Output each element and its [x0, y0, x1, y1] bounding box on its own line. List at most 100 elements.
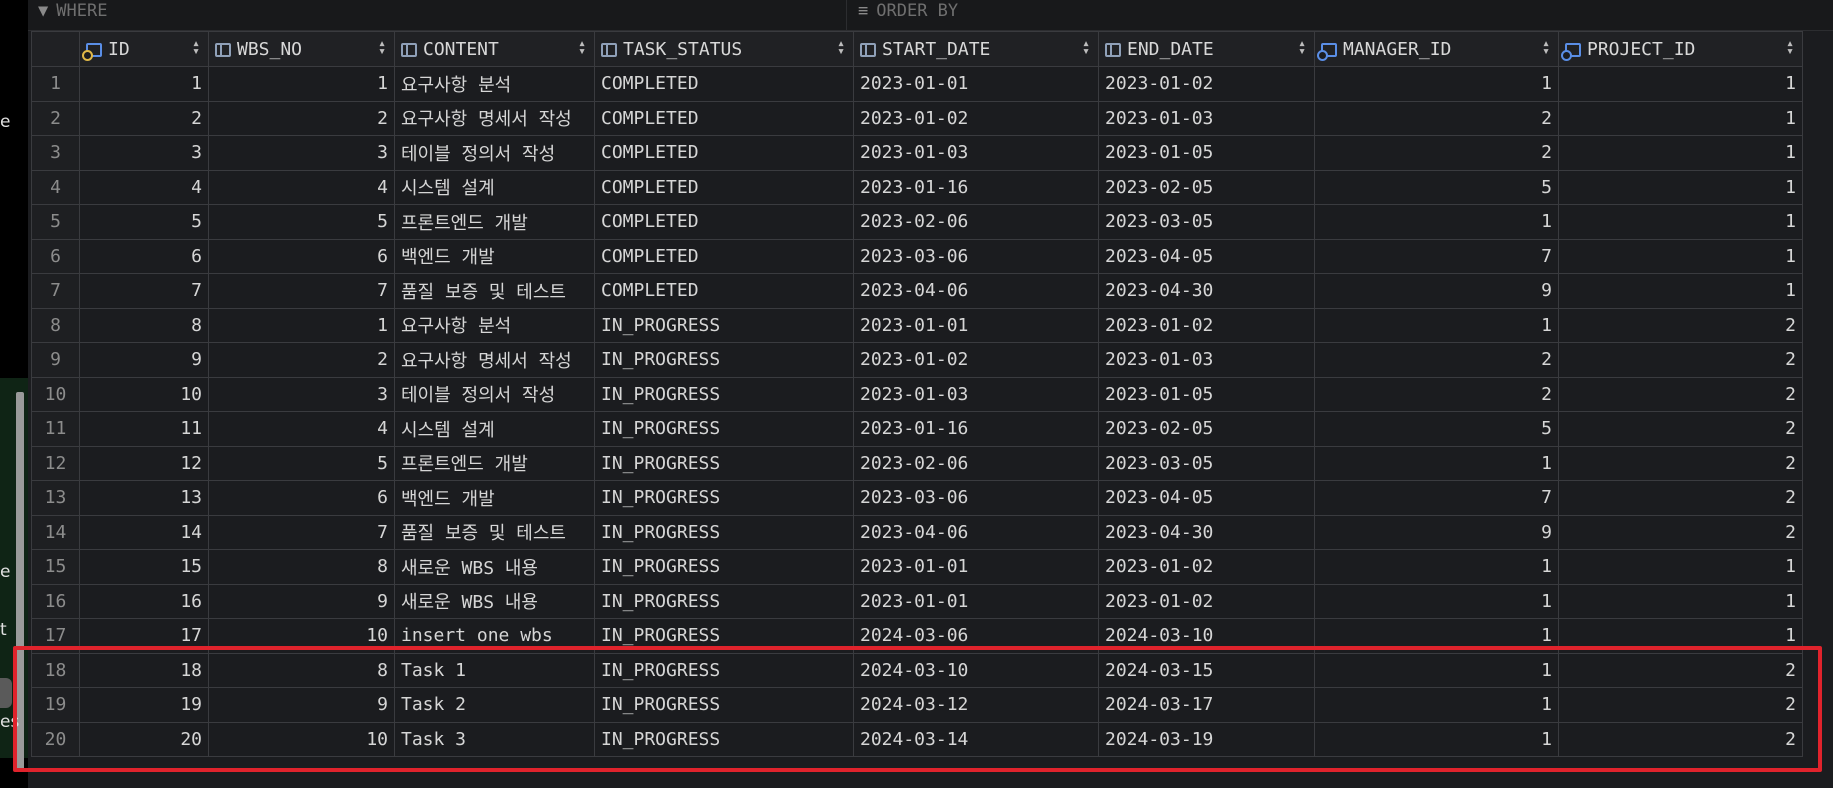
cell-content[interactable]: 프론트엔드 개발 [394, 445, 595, 481]
cell-task-status[interactable]: COMPLETED [594, 273, 854, 309]
cell-project-id[interactable]: 1 [1558, 273, 1803, 309]
cell-id[interactable]: 11 [79, 411, 209, 447]
cell-start-date[interactable]: 2023-02-06 [853, 204, 1099, 240]
table-row[interactable]: 17 17 10 insert one wbs IN_PROGRESS 2024-03-0… [31, 618, 1803, 654]
cell-project-id[interactable]: 2 [1558, 307, 1803, 343]
column-header-start-date[interactable]: START_DATE ▴ ▾ [853, 31, 1099, 67]
row-number-cell[interactable]: 11 [31, 411, 80, 447]
cell-wbs-no[interactable]: 6 [208, 238, 395, 274]
sort-toggle-icon[interactable]: ▴ ▾ [1298, 37, 1306, 58]
cell-start-date[interactable]: 2023-01-16 [853, 169, 1099, 205]
cell-project-id[interactable]: 1 [1558, 169, 1803, 205]
cell-start-date[interactable]: 2023-03-06 [853, 238, 1099, 274]
row-number-cell[interactable]: 17 [31, 618, 80, 654]
cell-project-id[interactable]: 2 [1558, 480, 1803, 516]
cell-end-date[interactable]: 2023-04-05 [1098, 238, 1315, 274]
column-header-task-status[interactable]: TASK_STATUS ▴ ▾ [594, 31, 854, 67]
cell-wbs-no[interactable]: 3 [208, 135, 395, 171]
table-row[interactable]: 5 5 5 프론트엔드 개발 COMPLETED 2023-02-06 2023-03-05… [31, 204, 1803, 240]
cell-end-date[interactable]: 2023-01-02 [1098, 549, 1315, 585]
cell-start-date[interactable]: 2024-03-06 [853, 618, 1099, 654]
table-row[interactable]: 19 19 9 Task 2 IN_PROGRESS 2024-03-12 2024-03-… [31, 687, 1803, 723]
cell-wbs-no[interactable]: 10 [208, 618, 395, 654]
cell-content[interactable]: 백엔드 개발 [394, 480, 595, 516]
cell-content[interactable]: 요구사항 분석 [394, 66, 595, 102]
sort-toggle-icon[interactable]: ▴ ▾ [1786, 37, 1794, 58]
table-row[interactable]: 20 20 10 Task 3 IN_PROGRESS 2024-03-14 2024-03… [31, 721, 1803, 757]
cell-task-status[interactable]: IN_PROGRESS [594, 721, 854, 757]
cell-task-status[interactable]: COMPLETED [594, 66, 854, 102]
sort-toggle-icon[interactable]: ▴ ▾ [578, 37, 586, 58]
cell-project-id[interactable]: 1 [1558, 618, 1803, 654]
cell-manager-id[interactable]: 2 [1314, 376, 1559, 412]
table-row[interactable]: 8 8 1 요구사항 분석 IN_PROGRESS 2023-01-01 2023-01-0… [31, 307, 1803, 343]
cell-wbs-no[interactable]: 7 [208, 514, 395, 550]
cell-start-date[interactable]: 2023-02-06 [853, 445, 1099, 481]
cell-wbs-no[interactable]: 2 [208, 342, 395, 378]
cell-task-status[interactable]: IN_PROGRESS [594, 652, 854, 688]
column-header-end-date[interactable]: END_DATE ▴ ▾ [1098, 31, 1315, 67]
cell-manager-id[interactable]: 1 [1314, 618, 1559, 654]
cell-task-status[interactable]: IN_PROGRESS [594, 549, 854, 585]
cell-content[interactable]: 품질 보증 및 테스트 [394, 273, 595, 309]
cell-id[interactable]: 14 [79, 514, 209, 550]
cell-end-date[interactable]: 2024-03-19 [1098, 721, 1315, 757]
cell-id[interactable]: 19 [79, 687, 209, 723]
cell-end-date[interactable]: 2024-03-17 [1098, 687, 1315, 723]
cell-id[interactable]: 13 [79, 480, 209, 516]
column-header-manager-id[interactable]: MANAGER_ID ▴ ▾ [1314, 31, 1559, 67]
cell-content[interactable]: 테이블 정의서 작성 [394, 376, 595, 412]
cell-content[interactable]: Task 2 [394, 687, 595, 723]
sort-toggle-icon[interactable]: ▴ ▾ [1082, 37, 1090, 58]
cell-id[interactable]: 15 [79, 549, 209, 585]
sort-toggle-icon[interactable]: ▴ ▾ [378, 37, 386, 58]
row-number-cell[interactable]: 6 [31, 238, 80, 274]
cell-content[interactable]: 백엔드 개발 [394, 238, 595, 274]
cell-start-date[interactable]: 2023-01-02 [853, 100, 1099, 136]
cell-task-status[interactable]: IN_PROGRESS [594, 342, 854, 378]
cell-content[interactable]: 프론트엔드 개발 [394, 204, 595, 240]
cell-task-status[interactable]: IN_PROGRESS [594, 445, 854, 481]
cell-end-date[interactable]: 2023-03-05 [1098, 204, 1315, 240]
cell-task-status[interactable]: IN_PROGRESS [594, 411, 854, 447]
cell-wbs-no[interactable]: 7 [208, 273, 395, 309]
cell-start-date[interactable]: 2023-01-01 [853, 549, 1099, 585]
cell-wbs-no[interactable]: 3 [208, 376, 395, 412]
left-panel-toggle[interactable] [0, 678, 12, 708]
cell-content[interactable]: 새로운 WBS 내용 [394, 583, 595, 619]
cell-id[interactable]: 20 [79, 721, 209, 757]
cell-wbs-no[interactable]: 2 [208, 100, 395, 136]
cell-start-date[interactable]: 2024-03-10 [853, 652, 1099, 688]
row-number-cell[interactable]: 16 [31, 583, 80, 619]
table-row[interactable]: 18 18 8 Task 1 IN_PROGRESS 2024-03-10 2024-03-… [31, 652, 1803, 688]
table-row[interactable]: 9 9 2 요구사항 명세서 작성 IN_PROGRESS 2023-01-02 2023-… [31, 342, 1803, 378]
cell-manager-id[interactable]: 2 [1314, 135, 1559, 171]
cell-end-date[interactable]: 2023-02-05 [1098, 169, 1315, 205]
row-number-cell[interactable]: 19 [31, 687, 80, 723]
sort-toggle-icon[interactable]: ▴ ▾ [837, 37, 845, 58]
cell-id[interactable]: 4 [79, 169, 209, 205]
table-row[interactable]: 4 4 4 시스템 설계 COMPLETED 2023-01-16 2023-02-05 5 1 [31, 169, 1803, 205]
cell-project-id[interactable]: 1 [1558, 135, 1803, 171]
cell-end-date[interactable]: 2023-01-05 [1098, 135, 1315, 171]
row-number-cell[interactable]: 10 [31, 376, 80, 412]
cell-id[interactable]: 10 [79, 376, 209, 412]
cell-task-status[interactable]: IN_PROGRESS [594, 618, 854, 654]
row-number-cell[interactable]: 3 [31, 135, 80, 171]
table-row[interactable]: 15 15 8 새로운 WBS 내용 IN_PROGRESS 2023-01-01 2023… [31, 549, 1803, 585]
cell-id[interactable]: 18 [79, 652, 209, 688]
column-header-content[interactable]: CONTENT ▴ ▾ [394, 31, 595, 67]
cell-manager-id[interactable]: 1 [1314, 652, 1559, 688]
cell-id[interactable]: 9 [79, 342, 209, 378]
cell-content[interactable]: Task 1 [394, 652, 595, 688]
sort-toggle-icon[interactable]: ▴ ▾ [1542, 37, 1550, 58]
cell-end-date[interactable]: 2024-03-15 [1098, 652, 1315, 688]
cell-wbs-no[interactable]: 5 [208, 445, 395, 481]
cell-content[interactable]: 품질 보증 및 테스트 [394, 514, 595, 550]
row-number-cell[interactable]: 7 [31, 273, 80, 309]
cell-manager-id[interactable]: 1 [1314, 721, 1559, 757]
cell-content[interactable]: 시스템 설계 [394, 169, 595, 205]
cell-task-status[interactable]: IN_PROGRESS [594, 514, 854, 550]
cell-id[interactable]: 6 [79, 238, 209, 274]
orderby-filter[interactable]: ≡ ORDER BY [858, 0, 958, 22]
